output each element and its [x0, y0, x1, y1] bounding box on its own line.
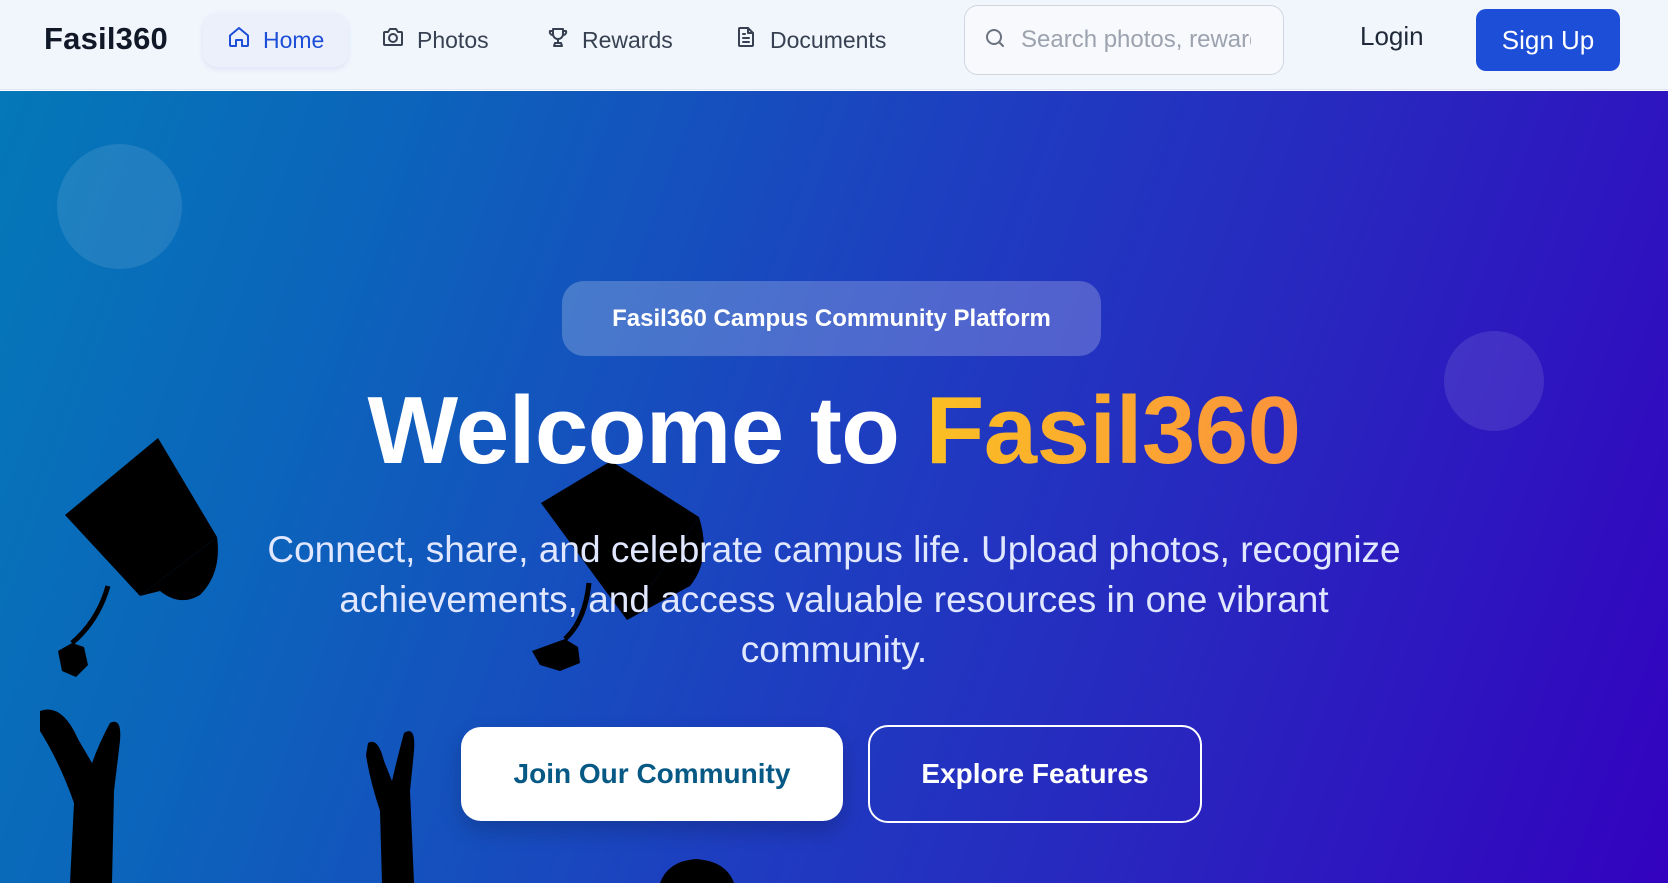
join-community-button[interactable]: Join Our Community	[461, 727, 843, 821]
login-link[interactable]: Login	[1360, 21, 1424, 52]
nav-item-photos[interactable]: Photos	[357, 13, 513, 67]
head-silhouette	[660, 859, 734, 883]
nav-item-label: Rewards	[582, 26, 673, 53]
nav-item-label: Photos	[417, 26, 489, 53]
top-navbar: Fasil360 Home Photos Rewards Documents S…	[0, 0, 1668, 90]
search-icon	[983, 26, 1007, 55]
platform-badge: Fasil360 Campus Community Platform	[562, 281, 1101, 356]
raised-hand-center	[366, 731, 415, 883]
hero-subtext: Connect, share, and celebrate campus lif…	[267, 529, 1401, 670]
nav-item-home[interactable]: Home	[203, 13, 349, 67]
headline-brand-accent: Fasil360	[925, 377, 1301, 484]
signup-button[interactable]: Sign Up	[1476, 9, 1620, 71]
nav-item-documents[interactable]: Documents	[710, 13, 910, 67]
nav-item-label: Home	[263, 26, 325, 53]
nav-item-label: Documents	[770, 26, 887, 53]
trophy-icon	[546, 25, 570, 55]
document-icon	[734, 25, 758, 55]
hero-section: Fasil360 Campus Community Platform Welco…	[0, 91, 1668, 883]
hero-headline: Welcome to Fasil360	[0, 376, 1668, 486]
raised-hand-left	[40, 709, 121, 883]
brand-logo[interactable]: Fasil360	[44, 21, 168, 57]
camera-icon	[381, 25, 405, 55]
explore-features-button[interactable]: Explore Features	[868, 725, 1202, 823]
home-icon	[227, 25, 251, 55]
nav-item-rewards[interactable]: Rewards	[522, 13, 697, 67]
search-box[interactable]	[964, 5, 1284, 75]
headline-prefix: Welcome to	[367, 377, 926, 484]
search-input[interactable]	[1021, 26, 1251, 54]
